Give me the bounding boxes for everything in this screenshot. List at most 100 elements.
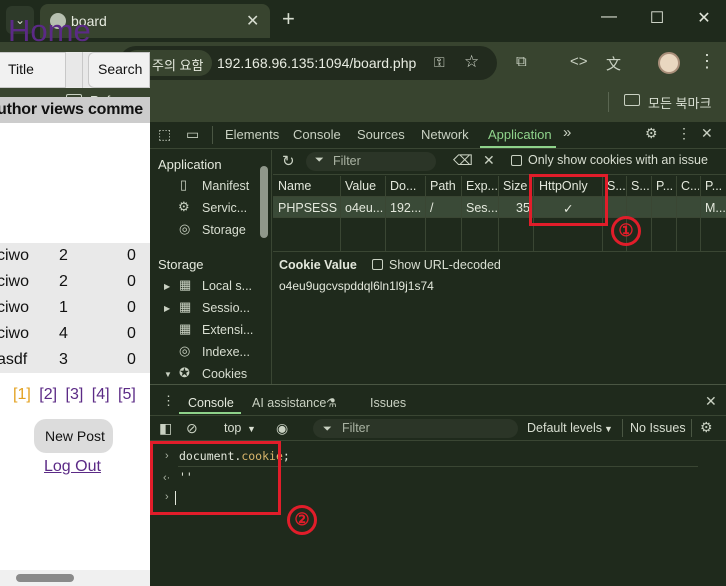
page-link-current[interactable]: [1]: [13, 386, 31, 403]
divider: [622, 419, 623, 437]
column-divider: [461, 176, 462, 251]
maximize-icon[interactable]: ☐: [645, 8, 669, 28]
security-label: 주의 요함: [152, 58, 204, 73]
comments-cell: 0: [127, 247, 136, 264]
search-input[interactable]: [82, 52, 83, 88]
key-icon[interactable]: ⚿: [434, 54, 445, 71]
devtools-code-icon[interactable]: <>: [570, 53, 588, 70]
col-cross-site[interactable]: C...: [681, 179, 699, 193]
sidebar-item-manifest[interactable]: Manifest: [202, 179, 249, 193]
col-size[interactable]: Size: [503, 179, 532, 193]
cookie-priority-cell: M...: [705, 201, 725, 215]
log-out-link[interactable]: Log Out: [44, 458, 101, 476]
drawer-tab-console[interactable]: Console: [188, 396, 234, 410]
refresh-icon[interactable]: ↻: [282, 152, 295, 170]
sidebar-item-service-workers[interactable]: Servic...: [202, 201, 247, 215]
close-drawer-icon[interactable]: ✕: [705, 393, 717, 410]
drawer-tab-issues[interactable]: Issues: [370, 396, 406, 410]
tab-console[interactable]: Console: [293, 127, 341, 142]
cookie-domain-cell: 192...: [390, 201, 422, 215]
gear-icon[interactable]: ⚙: [645, 125, 658, 142]
eye-icon[interactable]: ◉: [276, 420, 288, 437]
comments-cell: 0: [127, 351, 136, 368]
column-divider: [385, 176, 386, 251]
close-tab-icon[interactable]: ✕: [246, 11, 259, 31]
expand-arrow-icon[interactable]: ▶: [164, 282, 170, 291]
gear-icon[interactable]: ⚙: [700, 419, 713, 436]
show-url-decoded-checkbox[interactable]: [372, 259, 383, 270]
chevron-down-icon: ▼: [604, 424, 613, 434]
close-window-icon[interactable]: ✕: [692, 8, 716, 28]
page-link[interactable]: [3]: [66, 386, 84, 403]
page-link[interactable]: [2]: [39, 386, 57, 403]
avatar[interactable]: [658, 52, 680, 74]
more-tabs-chevron-icon[interactable]: »: [563, 124, 571, 141]
sidebar-item-cookies[interactable]: Cookies: [202, 367, 247, 381]
delete-selected-icon[interactable]: ✕: [483, 152, 495, 169]
log-levels-select[interactable]: Default levels: [527, 421, 602, 435]
cookie-filter-input[interactable]: [306, 152, 436, 171]
expand-arrow-icon[interactable]: ▶: [164, 304, 170, 313]
sidebar-item-indexeddb[interactable]: Indexe...: [202, 345, 250, 359]
issues-count[interactable]: No Issues: [630, 421, 686, 435]
pagination: [1] [2] [3] [4] [5]: [13, 386, 136, 404]
device-toggle-icon[interactable]: ▭: [186, 126, 199, 143]
clear-filtered-icon[interactable]: ⌫: [453, 152, 473, 169]
filter-icon: ⏷: [323, 423, 332, 435]
col-partition-key[interactable]: P...: [656, 179, 675, 193]
col-name[interactable]: Name: [278, 179, 338, 193]
sidebar-toggle-icon[interactable]: ◧: [159, 420, 172, 437]
comments-cell: 0: [127, 273, 136, 290]
col-samesite[interactable]: S...: [631, 179, 650, 193]
page-link[interactable]: [5]: [118, 386, 136, 403]
star-icon[interactable]: ☆: [464, 52, 479, 72]
scrollbar-thumb[interactable]: [16, 574, 74, 582]
sidebar-item-local-storage[interactable]: Local s...: [202, 279, 252, 293]
translate-icon[interactable]: 文: [606, 53, 621, 74]
address-bar[interactable]: ! 주의 요함 192.168.96.135:1094/board.php ⚿ …: [119, 46, 497, 80]
tab-network[interactable]: Network: [421, 127, 469, 142]
divider: [691, 419, 692, 437]
col-expires[interactable]: Exp...: [466, 179, 497, 193]
drawer-tab-ai-assistance[interactable]: AI assistance: [252, 396, 326, 410]
views-cell: 1: [59, 299, 68, 316]
col-domain[interactable]: Do...: [390, 179, 424, 193]
table-icon: ▦: [179, 299, 192, 314]
drawer-divider[interactable]: [150, 384, 726, 385]
cookie-expires-cell: Ses...: [466, 201, 497, 215]
column-divider: [676, 176, 677, 251]
sidebar-item-session-storage[interactable]: Sessio...: [202, 301, 250, 315]
tab-elements[interactable]: Elements: [225, 127, 279, 142]
col-priority[interactable]: P...: [705, 179, 725, 193]
extensions-icon[interactable]: ⧉: [516, 53, 527, 70]
minimize-icon[interactable]: —: [597, 8, 621, 26]
tab-application[interactable]: Application: [488, 127, 552, 142]
only-issue-checkbox[interactable]: [511, 155, 522, 166]
context-select[interactable]: top: [224, 421, 241, 435]
page-title: Home: [8, 13, 91, 48]
tab-sources[interactable]: Sources: [357, 127, 405, 142]
folder-icon: [624, 94, 640, 106]
sidebar-item-extension-storage[interactable]: Extensi...: [202, 323, 253, 337]
only-issue-label: Only show cookies with an issue: [528, 153, 708, 167]
close-devtools-icon[interactable]: ✕: [701, 125, 713, 142]
all-bookmarks[interactable]: 모든 북마크: [648, 93, 711, 112]
annotation-box-httponly: [529, 174, 608, 226]
col-value[interactable]: Value: [345, 179, 383, 193]
drawer-menu-icon[interactable]: ⋮: [162, 393, 175, 409]
more-menu-icon[interactable]: ⋮: [698, 51, 716, 72]
application-heading: Application: [158, 157, 222, 172]
new-post-label: New Post: [45, 428, 105, 444]
sidebar-item-storage[interactable]: Storage: [202, 223, 246, 237]
page-link[interactable]: [4]: [92, 386, 110, 403]
new-tab-icon[interactable]: +: [282, 8, 295, 30]
author-cell: ciwo: [0, 299, 30, 316]
collapse-arrow-icon[interactable]: ▼: [164, 370, 172, 379]
col-path[interactable]: Path: [430, 179, 460, 193]
more-menu-icon[interactable]: ⋮: [677, 125, 691, 142]
clear-console-icon[interactable]: ⊘: [186, 420, 198, 437]
views-cell: 2: [59, 247, 68, 264]
col-secure[interactable]: S...: [607, 179, 625, 193]
inspect-element-icon[interactable]: ⬚: [158, 126, 171, 143]
sidebar-scrollbar[interactable]: [260, 166, 268, 238]
